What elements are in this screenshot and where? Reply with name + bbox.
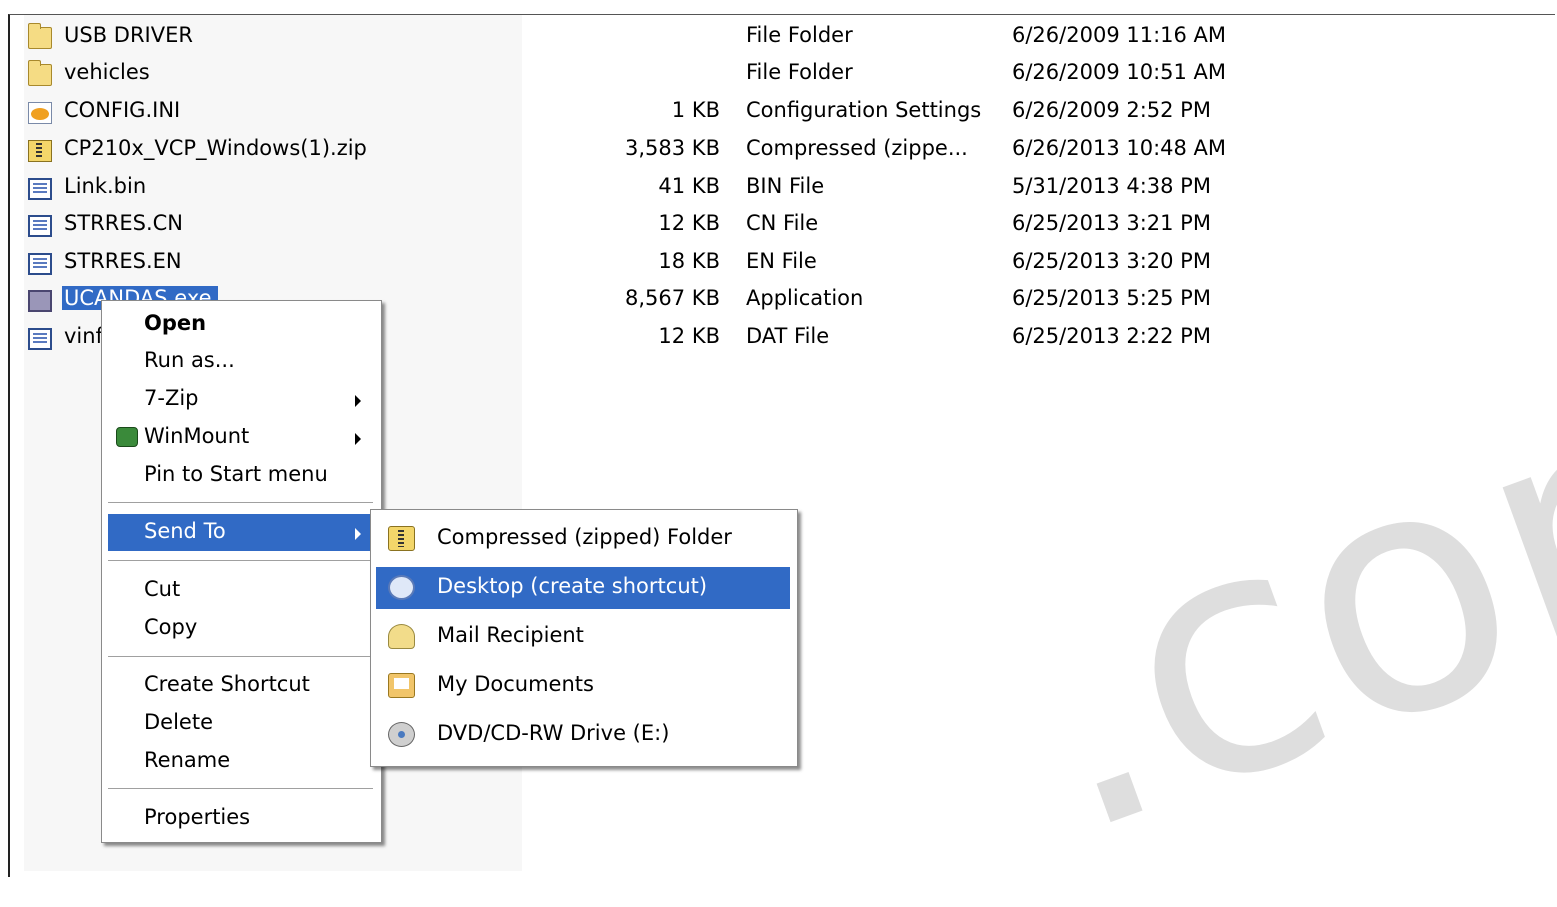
menu-item-7zip[interactable]: 7-Zip	[108, 381, 373, 418]
send-to-desktop[interactable]: Desktop (create shortcut)	[376, 567, 790, 609]
file-name: vinf	[64, 324, 103, 348]
context-menu: Open Run as... 7-Zip WinMount Pin to Sta…	[101, 300, 382, 843]
file-type: BIN File	[746, 174, 825, 198]
menu-item-rename[interactable]: Rename	[108, 743, 373, 780]
file-size: 3,583 KB	[625, 136, 720, 160]
file-row-cp210x-zip[interactable]: CP210x_VCP_Windows(1).zip 3,583 KB Compr…	[10, 133, 1310, 169]
dvd-drive-icon	[388, 722, 415, 747]
submenu-arrow-icon	[355, 433, 361, 445]
menu-item-delete[interactable]: Delete	[108, 705, 373, 742]
file-size: 41 KB	[658, 174, 720, 198]
file-type: Application	[746, 286, 864, 310]
send-to-dvd-drive[interactable]: DVD/CD-RW Drive (E:)	[376, 714, 790, 756]
file-row-vehicles[interactable]: vehicles File Folder 6/26/2009 10:51 AM	[10, 57, 1310, 93]
file-date: 6/26/2009 11:16 AM	[1012, 23, 1227, 47]
send-to-mail-recipient[interactable]: Mail Recipient	[376, 616, 790, 658]
config-settings-icon	[28, 102, 52, 124]
file-name: CP210x_VCP_Windows(1).zip	[64, 136, 367, 160]
menu-separator	[108, 502, 373, 503]
file-row-usb-driver[interactable]: USB DRIVER File Folder 6/26/2009 11:16 A…	[10, 20, 1310, 56]
file-date: 5/31/2013 4:38 PM	[1012, 174, 1211, 198]
mail-icon	[388, 624, 415, 649]
file-size: 12 KB	[658, 211, 720, 235]
file-date: 6/25/2013 2:22 PM	[1012, 324, 1211, 348]
file-type: Configuration Settings	[746, 98, 982, 122]
menu-separator	[108, 788, 373, 789]
file-name: STRRES.EN	[64, 249, 182, 273]
send-to-compressed-folder[interactable]: Compressed (zipped) Folder	[376, 518, 790, 560]
file-type: EN File	[746, 249, 817, 273]
send-to-my-documents[interactable]: My Documents	[376, 665, 790, 707]
file-date: 6/25/2013 3:20 PM	[1012, 249, 1211, 273]
file-row-strres-cn[interactable]: STRRES.CN 12 KB CN File 6/25/2013 3:21 P…	[10, 208, 1310, 244]
file-row-link-bin[interactable]: Link.bin 41 KB BIN File 5/31/2013 4:38 P…	[10, 171, 1310, 207]
file-type: DAT File	[746, 324, 830, 348]
file-name: vehicles	[64, 60, 150, 84]
send-to-submenu: Compressed (zipped) Folder Desktop (crea…	[370, 509, 798, 767]
file-row-config-ini[interactable]: CONFIG.INI 1 KB Configuration Settings 6…	[10, 95, 1310, 131]
file-size: 8,567 KB	[625, 286, 720, 310]
file-type: Compressed (zippe...	[746, 136, 968, 160]
file-date: 6/26/2013 10:48 AM	[1012, 136, 1227, 160]
generic-file-icon	[28, 253, 52, 275]
file-type: CN File	[746, 211, 819, 235]
file-date: 6/26/2009 10:51 AM	[1012, 60, 1227, 84]
winmount-icon	[116, 427, 138, 447]
file-date: 6/25/2013 5:25 PM	[1012, 286, 1211, 310]
file-size: 1 KB	[671, 98, 720, 122]
application-icon	[28, 290, 52, 312]
zip-folder-icon	[28, 140, 52, 162]
folder-icon	[28, 60, 52, 86]
menu-item-run-as[interactable]: Run as...	[108, 343, 373, 380]
generic-file-icon	[28, 328, 52, 350]
menu-item-cut[interactable]: Cut	[108, 572, 373, 609]
file-date: 6/26/2009 2:52 PM	[1012, 98, 1211, 122]
menu-item-properties[interactable]: Properties	[108, 800, 373, 837]
submenu-arrow-icon	[355, 528, 361, 540]
menu-item-create-shortcut[interactable]: Create Shortcut	[108, 667, 373, 704]
menu-item-open[interactable]: Open	[108, 306, 373, 343]
file-type: File Folder	[746, 60, 853, 84]
file-name: USB DRIVER	[64, 23, 193, 47]
bin-file-icon	[28, 178, 52, 200]
zip-folder-icon	[388, 526, 415, 551]
file-type: File Folder	[746, 23, 853, 47]
file-name: CONFIG.INI	[64, 98, 181, 122]
file-size: 18 KB	[658, 249, 720, 273]
desktop-shortcut-icon	[388, 575, 415, 600]
menu-item-copy[interactable]: Copy	[108, 610, 373, 647]
file-row-strres-en[interactable]: STRRES.EN 18 KB EN File 6/25/2013 3:20 P…	[10, 246, 1310, 282]
menu-item-winmount[interactable]: WinMount	[108, 419, 373, 456]
file-name: Link.bin	[64, 174, 147, 198]
file-date: 6/25/2013 3:21 PM	[1012, 211, 1211, 235]
menu-separator	[108, 656, 373, 657]
menu-separator	[108, 560, 373, 561]
file-name: STRRES.CN	[64, 211, 183, 235]
menu-item-send-to[interactable]: Send To	[108, 514, 373, 551]
folder-icon	[28, 23, 52, 49]
generic-file-icon	[28, 215, 52, 237]
submenu-arrow-icon	[355, 395, 361, 407]
menu-item-pin-to-start[interactable]: Pin to Start menu	[108, 457, 373, 494]
my-documents-icon	[388, 673, 415, 698]
file-size: 12 KB	[658, 324, 720, 348]
